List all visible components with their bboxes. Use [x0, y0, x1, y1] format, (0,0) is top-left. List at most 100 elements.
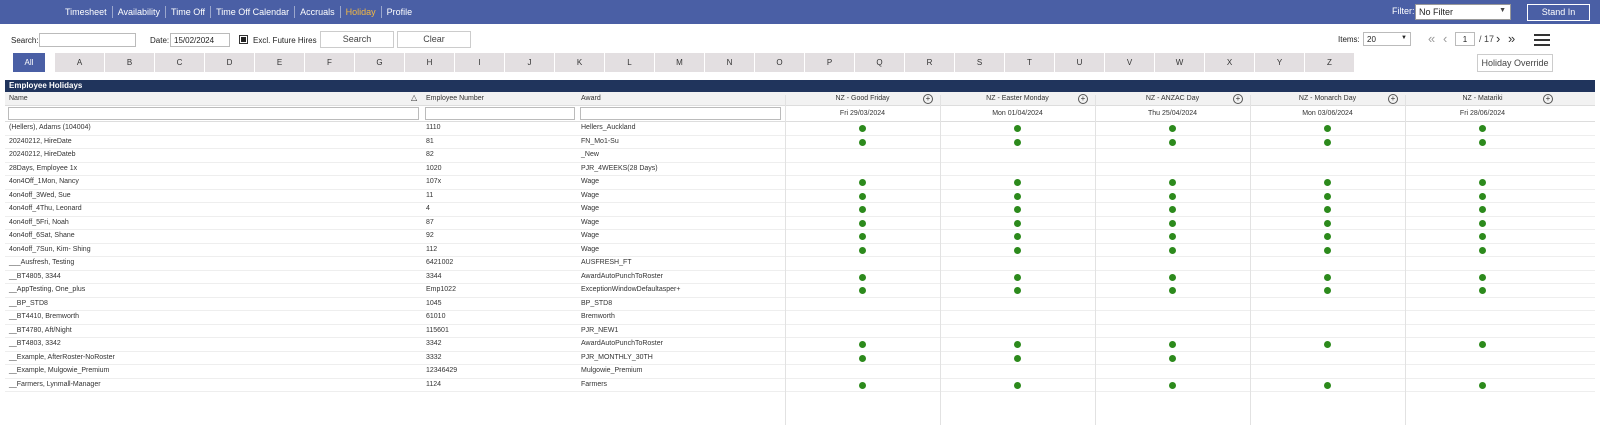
- letter-filter-j[interactable]: J: [505, 53, 554, 72]
- table-row[interactable]: (Hellers), Adams (104004) 1110 Hellers_Auc…: [5, 122, 1595, 136]
- table-row[interactable]: __Example, AfterRoster-NoRoster 3332 PJR_M…: [5, 352, 1595, 365]
- stand-in-button[interactable]: Stand In: [1527, 4, 1590, 21]
- table-row[interactable]: __AppTesting, One_plus Emp1022 ExceptionWi…: [5, 284, 1595, 298]
- letter-filter-c[interactable]: C: [155, 53, 204, 72]
- letter-filter-u[interactable]: U: [1055, 53, 1104, 72]
- tab-availability[interactable]: Availability: [113, 6, 167, 18]
- tab-profile[interactable]: Profile: [382, 6, 418, 18]
- first-page-icon[interactable]: «: [1428, 31, 1435, 46]
- holiday-entitled-dot: [1478, 192, 1486, 200]
- number-filter-input[interactable]: [425, 107, 575, 120]
- letter-filter-t[interactable]: T: [1005, 53, 1054, 72]
- table-row[interactable]: __Example, Mulgowie_Premium 12346429 Mulgo…: [5, 365, 1595, 379]
- name-filter-input[interactable]: [8, 107, 419, 120]
- cell-number: 92: [426, 232, 434, 239]
- excl-future-hires-checkbox[interactable]: [239, 35, 248, 44]
- holiday-entitled-dot: [1323, 179, 1331, 186]
- table-row[interactable]: __BT4805, 3344 3344 AwardAutoPunchToRoster: [5, 271, 1595, 284]
- table-row[interactable]: 4on4off_3Wed, Sue 11 Wage: [5, 190, 1595, 203]
- col-name-header[interactable]: Name: [9, 95, 28, 102]
- col-number-header[interactable]: Employee Number: [426, 95, 484, 102]
- table-row[interactable]: 4on4off_6Sat, Shane 92 Wage: [5, 230, 1595, 244]
- letter-filter-w[interactable]: W: [1155, 53, 1204, 72]
- holiday-entitled-dot: [858, 125, 866, 132]
- table-row[interactable]: __BT4410, Bremworth 61010 Bremworth: [5, 311, 1595, 325]
- holiday-entitled-dot: [1323, 219, 1331, 227]
- page-input[interactable]: 1: [1455, 32, 1475, 46]
- table-row[interactable]: ___Ausfresh, Testing 6421002 AUSFRESH_FT: [5, 257, 1595, 271]
- letter-filter-h[interactable]: H: [405, 53, 454, 72]
- letter-filter-z[interactable]: Z: [1305, 53, 1354, 72]
- table-row[interactable]: 20240212, HireDateb 82 _New: [5, 149, 1595, 163]
- holiday-entitled-dot: [1323, 273, 1331, 281]
- table-row[interactable]: __Farmers, Lynmall-Manager 1124 Farmers: [5, 379, 1595, 392]
- clear-button[interactable]: Clear: [397, 31, 471, 48]
- letter-filter-v[interactable]: V: [1105, 53, 1154, 72]
- cell-number: 115601: [426, 326, 449, 334]
- table-row[interactable]: 20240212, HireDate 81 FN_Mo1-Su: [5, 136, 1595, 149]
- holiday-entitled-dot: [1013, 233, 1021, 240]
- add-holiday-icon[interactable]: +: [1543, 94, 1553, 104]
- tab-holiday[interactable]: Holiday: [341, 6, 382, 18]
- letter-filter-e[interactable]: E: [255, 53, 304, 72]
- letter-filter-i[interactable]: I: [455, 53, 504, 72]
- table-row[interactable]: __BT4803, 3342 3342 AwardAutoPunchToRoster: [5, 338, 1595, 352]
- next-page-icon[interactable]: ›: [1496, 31, 1500, 46]
- search-input[interactable]: [39, 33, 136, 47]
- filter-select[interactable]: No Filter ▼: [1415, 4, 1511, 20]
- letter-filter-r[interactable]: R: [905, 53, 954, 72]
- cell-name: __Example, AfterRoster-NoRoster: [9, 353, 115, 361]
- holiday-entitled-dot: [1478, 273, 1486, 281]
- award-filter-input[interactable]: [580, 107, 781, 120]
- cell-name: __AppTesting, One_plus: [9, 286, 86, 293]
- letter-filter-all[interactable]: All: [13, 53, 45, 72]
- holiday-override-button[interactable]: Holiday Override: [1477, 54, 1553, 72]
- table-row[interactable]: __BT4780, Aft/Night 115601 PJR_NEW1: [5, 325, 1595, 338]
- prev-page-icon[interactable]: ‹: [1443, 31, 1447, 46]
- letter-filter-o[interactable]: O: [755, 53, 804, 72]
- table-row[interactable]: 28Days, Employee 1x 1020 PJR_4WEEKS(28 Day…: [5, 163, 1595, 176]
- tab-time-off[interactable]: Time Off: [166, 6, 212, 18]
- letter-filter-p[interactable]: P: [805, 53, 854, 72]
- column-divider: [1095, 95, 1096, 425]
- sort-up-icon[interactable]: △: [411, 93, 417, 102]
- holiday-entitled-dot: [1478, 246, 1486, 254]
- last-page-icon[interactable]: »: [1508, 31, 1515, 46]
- date-input[interactable]: 15/02/2024: [170, 33, 230, 47]
- holiday-entitled-dot: [1168, 219, 1176, 227]
- letter-filter-g[interactable]: G: [355, 53, 404, 72]
- letter-filter-q[interactable]: Q: [855, 53, 904, 72]
- letter-filter-f[interactable]: F: [305, 53, 354, 72]
- holiday-entitled-dot: [858, 233, 866, 240]
- search-button[interactable]: Search: [320, 31, 394, 48]
- table-row[interactable]: 4on4off_7Sun, Kim- Shing 112 Wage: [5, 244, 1595, 257]
- table-row[interactable]: 4on4Off_1Mon, Nancy 107x Wage: [5, 176, 1595, 190]
- letter-filter-d[interactable]: D: [205, 53, 254, 72]
- cell-number: 1045: [426, 299, 442, 307]
- add-holiday-icon[interactable]: +: [1078, 94, 1088, 104]
- add-holiday-icon[interactable]: +: [1388, 94, 1398, 104]
- items-select[interactable]: 20 ▼: [1363, 32, 1411, 46]
- table-row[interactable]: __BP_STD8 1045 BP_STD8: [5, 298, 1595, 311]
- excl-future-hires-label: Excl. Future Hires: [253, 36, 317, 45]
- letter-filter-m[interactable]: M: [655, 53, 704, 72]
- tab-accruals[interactable]: Accruals: [295, 6, 341, 18]
- add-holiday-icon[interactable]: +: [923, 94, 933, 104]
- letter-filter-x[interactable]: X: [1205, 53, 1254, 72]
- letter-filter-s[interactable]: S: [955, 53, 1004, 72]
- cell-award: _New: [581, 151, 599, 158]
- letter-filter-l[interactable]: L: [605, 53, 654, 72]
- letter-filter-y[interactable]: Y: [1255, 53, 1304, 72]
- tab-time-off-calendar[interactable]: Time Off Calendar: [211, 6, 296, 18]
- hamburger-menu-icon[interactable]: [1534, 34, 1550, 47]
- letter-filter-k[interactable]: K: [555, 53, 604, 72]
- add-holiday-icon[interactable]: +: [1233, 94, 1243, 104]
- letter-filter-b[interactable]: B: [105, 53, 154, 72]
- col-award-header[interactable]: Award: [581, 95, 601, 102]
- filter-label: Filter:: [1392, 6, 1415, 16]
- table-row[interactable]: 4on4off_5Fri, Noah 87 Wage: [5, 217, 1595, 230]
- table-row[interactable]: 4on4off_4Thu, Leonard 4 Wage: [5, 203, 1595, 217]
- letter-filter-a[interactable]: A: [55, 53, 104, 72]
- tab-timesheet[interactable]: Timesheet: [60, 6, 113, 18]
- letter-filter-n[interactable]: N: [705, 53, 754, 72]
